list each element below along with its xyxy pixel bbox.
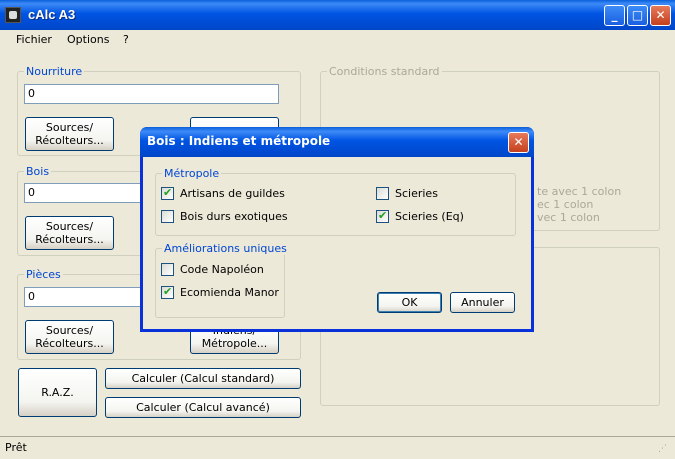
app-icon: [5, 7, 21, 23]
window-title: cAlc A3: [28, 7, 76, 22]
menu-bar: Fichier Options ?: [0, 30, 675, 50]
label-ecomienda: Ecomienda Manor: [180, 286, 279, 299]
dialog-client: Métropole Artisans de guildes Scieries B…: [143, 157, 531, 329]
checkbox-bois-durs[interactable]: [161, 210, 174, 223]
checkbox-artisans[interactable]: [161, 186, 174, 200]
checkbox-ecomienda[interactable]: [161, 285, 174, 299]
dialog-bois: Bois : Indiens et métropole ✕ Métropole …: [140, 127, 534, 332]
checkbox-scieries-eq[interactable]: [376, 209, 389, 223]
resize-grip-icon[interactable]: ⋰: [658, 444, 670, 456]
ameliorations-legend: Améliorations uniques: [162, 242, 289, 255]
close-icon[interactable]: ✕: [650, 5, 671, 26]
label-code-napoleon: Code Napoléon: [180, 263, 264, 276]
status-text: Prêt: [5, 441, 27, 454]
nourriture-legend: Nourriture: [24, 65, 85, 78]
group-metropole: [155, 173, 516, 236]
bois-sources-button[interactable]: Sources/ Récolteurs...: [25, 216, 114, 250]
calc-avance-button[interactable]: Calculer (Calcul avancé): [105, 397, 301, 418]
dialog-close-icon[interactable]: ✕: [508, 132, 529, 153]
menu-options[interactable]: Options: [67, 33, 109, 46]
bois-legend: Bois: [24, 165, 52, 178]
label-scieries-eq: Scieries (Eq): [395, 210, 464, 223]
pieces-sources-button[interactable]: Sources/ Récolteurs...: [25, 320, 114, 354]
menu-help[interactable]: ?: [123, 33, 129, 46]
title-bar: cAlc A3 _ □ ✕: [0, 0, 675, 30]
label-artisans: Artisans de guildes: [180, 187, 285, 200]
dialog-title: Bois : Indiens et métropole: [147, 134, 331, 148]
raz-button[interactable]: R.A.Z.: [18, 368, 97, 417]
label-scieries: Scieries: [395, 187, 438, 200]
status-bar: Prêt ⋰: [0, 436, 675, 459]
checkbox-code-napoleon[interactable]: [161, 263, 174, 276]
conditions-line-1: te avec 1 colon: [537, 185, 622, 198]
menu-fichier[interactable]: Fichier: [16, 33, 52, 46]
calc-standard-button[interactable]: Calculer (Calcul standard): [105, 368, 301, 389]
nourriture-input[interactable]: 0: [24, 84, 279, 104]
metropole-legend: Métropole: [162, 167, 222, 180]
pieces-legend: Pièces: [24, 268, 63, 281]
group-ameliorations: [155, 248, 285, 318]
dialog-title-bar: Bois : Indiens et métropole ✕: [140, 127, 534, 157]
minimize-icon[interactable]: _: [604, 5, 625, 26]
checkbox-scieries[interactable]: [376, 187, 389, 200]
label-bois-durs: Bois durs exotiques: [180, 210, 288, 223]
conditions-line-3: vec 1 colon: [537, 211, 600, 224]
ok-button[interactable]: OK: [377, 292, 442, 313]
cancel-button[interactable]: Annuler: [450, 292, 515, 313]
nourriture-sources-button[interactable]: Sources/ Récolteurs...: [25, 117, 114, 151]
maximize-icon[interactable]: □: [627, 5, 648, 26]
conditions-legend: Conditions standard: [327, 65, 442, 78]
conditions-line-2: ec 1 colon: [537, 198, 594, 211]
